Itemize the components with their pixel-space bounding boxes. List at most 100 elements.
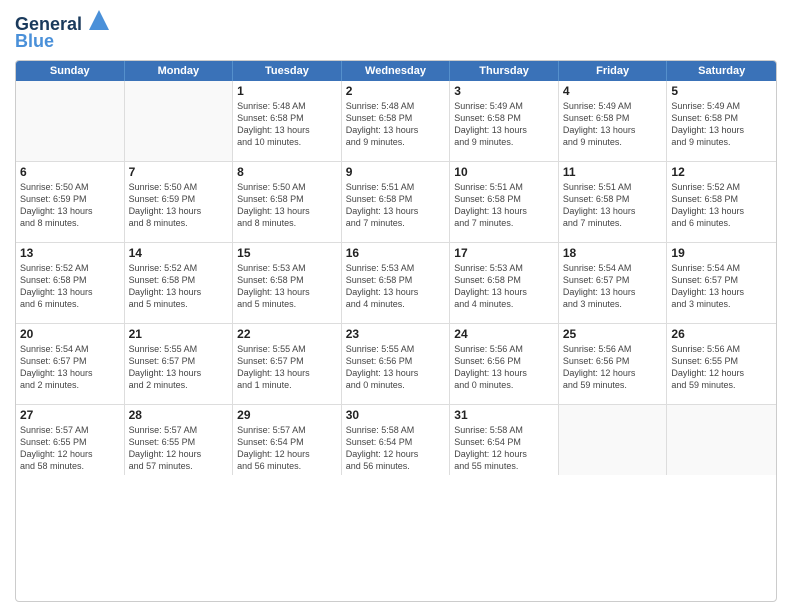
day-detail: Sunrise: 5:49 AM Sunset: 6:58 PM Dayligh… xyxy=(563,100,663,149)
day-detail: Sunrise: 5:55 AM Sunset: 6:56 PM Dayligh… xyxy=(346,343,446,392)
cal-cell: 19 Sunrise: 5:54 AM Sunset: 6:57 PM Dayli… xyxy=(667,243,776,323)
day-number: 5 xyxy=(671,84,772,98)
day-detail: Sunrise: 5:53 AM Sunset: 6:58 PM Dayligh… xyxy=(454,262,554,311)
header-tuesday: Tuesday xyxy=(233,61,342,81)
week-row-5: 27 Sunrise: 5:57 AM Sunset: 6:55 PM Dayli… xyxy=(16,405,776,476)
header-thursday: Thursday xyxy=(450,61,559,81)
cal-cell: 22 Sunrise: 5:55 AM Sunset: 6:57 PM Dayli… xyxy=(233,324,342,404)
cal-cell: 23 Sunrise: 5:55 AM Sunset: 6:56 PM Dayli… xyxy=(342,324,451,404)
day-number: 17 xyxy=(454,246,554,260)
day-number: 23 xyxy=(346,327,446,341)
day-detail: Sunrise: 5:49 AM Sunset: 6:58 PM Dayligh… xyxy=(454,100,554,149)
cal-cell: 15 Sunrise: 5:53 AM Sunset: 6:58 PM Dayli… xyxy=(233,243,342,323)
day-detail: Sunrise: 5:50 AM Sunset: 6:58 PM Dayligh… xyxy=(237,181,337,230)
cal-cell: 16 Sunrise: 5:53 AM Sunset: 6:58 PM Dayli… xyxy=(342,243,451,323)
cal-cell: 17 Sunrise: 5:53 AM Sunset: 6:58 PM Dayli… xyxy=(450,243,559,323)
day-detail: Sunrise: 5:50 AM Sunset: 6:59 PM Dayligh… xyxy=(20,181,120,230)
week-row-3: 13 Sunrise: 5:52 AM Sunset: 6:58 PM Dayli… xyxy=(16,243,776,324)
day-number: 26 xyxy=(671,327,772,341)
day-number: 11 xyxy=(563,165,663,179)
logo: General Blue xyxy=(15,10,109,52)
header-monday: Monday xyxy=(125,61,234,81)
day-detail: Sunrise: 5:55 AM Sunset: 6:57 PM Dayligh… xyxy=(237,343,337,392)
cal-cell xyxy=(667,405,776,476)
day-detail: Sunrise: 5:53 AM Sunset: 6:58 PM Dayligh… xyxy=(346,262,446,311)
day-number: 18 xyxy=(563,246,663,260)
day-number: 8 xyxy=(237,165,337,179)
day-detail: Sunrise: 5:52 AM Sunset: 6:58 PM Dayligh… xyxy=(671,181,772,230)
header-saturday: Saturday xyxy=(667,61,776,81)
day-detail: Sunrise: 5:56 AM Sunset: 6:56 PM Dayligh… xyxy=(454,343,554,392)
header: General Blue xyxy=(15,10,777,52)
cal-cell: 31 Sunrise: 5:58 AM Sunset: 6:54 PM Dayli… xyxy=(450,405,559,476)
day-number: 30 xyxy=(346,408,446,422)
cal-cell: 6 Sunrise: 5:50 AM Sunset: 6:59 PM Daylig… xyxy=(16,162,125,242)
header-wednesday: Wednesday xyxy=(342,61,451,81)
day-number: 28 xyxy=(129,408,229,422)
day-detail: Sunrise: 5:57 AM Sunset: 6:54 PM Dayligh… xyxy=(237,424,337,473)
day-number: 10 xyxy=(454,165,554,179)
header-sunday: Sunday xyxy=(16,61,125,81)
day-number: 3 xyxy=(454,84,554,98)
week-row-1: 1 Sunrise: 5:48 AM Sunset: 6:58 PM Daylig… xyxy=(16,81,776,162)
cal-cell: 27 Sunrise: 5:57 AM Sunset: 6:55 PM Dayli… xyxy=(16,405,125,476)
day-number: 20 xyxy=(20,327,120,341)
cal-cell: 18 Sunrise: 5:54 AM Sunset: 6:57 PM Dayli… xyxy=(559,243,668,323)
header-friday: Friday xyxy=(559,61,668,81)
calendar: SundayMondayTuesdayWednesdayThursdayFrid… xyxy=(15,60,777,602)
cal-cell: 1 Sunrise: 5:48 AM Sunset: 6:58 PM Daylig… xyxy=(233,81,342,161)
cal-cell xyxy=(16,81,125,161)
day-number: 12 xyxy=(671,165,772,179)
week-row-2: 6 Sunrise: 5:50 AM Sunset: 6:59 PM Daylig… xyxy=(16,162,776,243)
cal-cell: 29Sunrise: 5:57 AM Sunset: 6:54 PM Dayli… xyxy=(233,405,342,476)
day-detail: Sunrise: 5:57 AM Sunset: 6:55 PM Dayligh… xyxy=(129,424,229,473)
cal-cell: 14 Sunrise: 5:52 AM Sunset: 6:58 PM Dayli… xyxy=(125,243,234,323)
day-detail: Sunrise: 5:54 AM Sunset: 6:57 PM Dayligh… xyxy=(563,262,663,311)
day-detail: Sunrise: 5:51 AM Sunset: 6:58 PM Dayligh… xyxy=(346,181,446,230)
day-detail: Sunrise: 5:55 AM Sunset: 6:57 PM Dayligh… xyxy=(129,343,229,392)
day-number: 4 xyxy=(563,84,663,98)
day-detail: Sunrise: 5:54 AM Sunset: 6:57 PM Dayligh… xyxy=(20,343,120,392)
day-number: 1 xyxy=(237,84,337,98)
day-detail: Sunrise: 5:53 AM Sunset: 6:58 PM Dayligh… xyxy=(237,262,337,311)
day-detail: Sunrise: 5:48 AM Sunset: 6:58 PM Dayligh… xyxy=(346,100,446,149)
cal-cell: 11Sunrise: 5:51 AM Sunset: 6:58 PM Dayli… xyxy=(559,162,668,242)
cal-cell: 25 Sunrise: 5:56 AM Sunset: 6:56 PM Dayli… xyxy=(559,324,668,404)
day-detail: Sunrise: 5:48 AM Sunset: 6:58 PM Dayligh… xyxy=(237,100,337,149)
cal-cell: 8 Sunrise: 5:50 AM Sunset: 6:58 PM Daylig… xyxy=(233,162,342,242)
cal-cell: 21 Sunrise: 5:55 AM Sunset: 6:57 PM Dayli… xyxy=(125,324,234,404)
day-number: 15 xyxy=(237,246,337,260)
day-number: 16 xyxy=(346,246,446,260)
day-detail: Sunrise: 5:52 AM Sunset: 6:58 PM Dayligh… xyxy=(20,262,120,311)
day-number: 14 xyxy=(129,246,229,260)
cal-cell: 20 Sunrise: 5:54 AM Sunset: 6:57 PM Dayli… xyxy=(16,324,125,404)
cal-cell xyxy=(125,81,234,161)
day-detail: Sunrise: 5:56 AM Sunset: 6:56 PM Dayligh… xyxy=(563,343,663,392)
day-number: 27 xyxy=(20,408,120,422)
day-number: 13 xyxy=(20,246,120,260)
day-detail: Sunrise: 5:51 AM Sunset: 6:58 PM Dayligh… xyxy=(454,181,554,230)
day-number: 21 xyxy=(129,327,229,341)
cal-cell: 26 Sunrise: 5:56 AM Sunset: 6:55 PM Dayli… xyxy=(667,324,776,404)
day-number: 2 xyxy=(346,84,446,98)
day-detail: Sunrise: 5:58 AM Sunset: 6:54 PM Dayligh… xyxy=(346,424,446,473)
day-detail: Sunrise: 5:52 AM Sunset: 6:58 PM Dayligh… xyxy=(129,262,229,311)
page: General Blue SundayMondayTuesdayWednesda… xyxy=(0,0,792,612)
cal-cell: 9Sunrise: 5:51 AM Sunset: 6:58 PM Daylig… xyxy=(342,162,451,242)
cal-cell: 12 Sunrise: 5:52 AM Sunset: 6:58 PM Dayli… xyxy=(667,162,776,242)
day-number: 25 xyxy=(563,327,663,341)
week-row-4: 20 Sunrise: 5:54 AM Sunset: 6:57 PM Dayli… xyxy=(16,324,776,405)
logo-icon xyxy=(89,10,109,30)
day-number: 7 xyxy=(129,165,229,179)
cal-cell: 4 Sunrise: 5:49 AM Sunset: 6:58 PM Daylig… xyxy=(559,81,668,161)
day-detail: Sunrise: 5:58 AM Sunset: 6:54 PM Dayligh… xyxy=(454,424,554,473)
cal-cell: 10 Sunrise: 5:51 AM Sunset: 6:58 PM Dayli… xyxy=(450,162,559,242)
day-number: 22 xyxy=(237,327,337,341)
cal-cell: 2 Sunrise: 5:48 AM Sunset: 6:58 PM Daylig… xyxy=(342,81,451,161)
day-detail: Sunrise: 5:56 AM Sunset: 6:55 PM Dayligh… xyxy=(671,343,772,392)
day-number: 31 xyxy=(454,408,554,422)
day-detail: Sunrise: 5:57 AM Sunset: 6:55 PM Dayligh… xyxy=(20,424,120,473)
day-detail: Sunrise: 5:54 AM Sunset: 6:57 PM Dayligh… xyxy=(671,262,772,311)
day-number: 6 xyxy=(20,165,120,179)
day-number: 19 xyxy=(671,246,772,260)
